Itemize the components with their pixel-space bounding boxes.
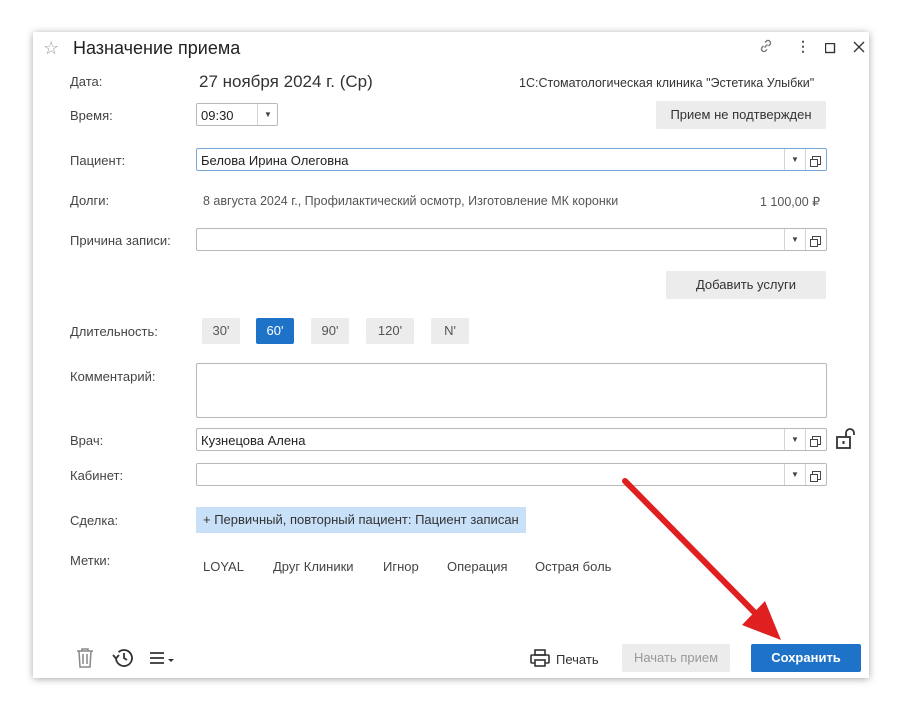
annotation-arrow (622, 478, 781, 640)
